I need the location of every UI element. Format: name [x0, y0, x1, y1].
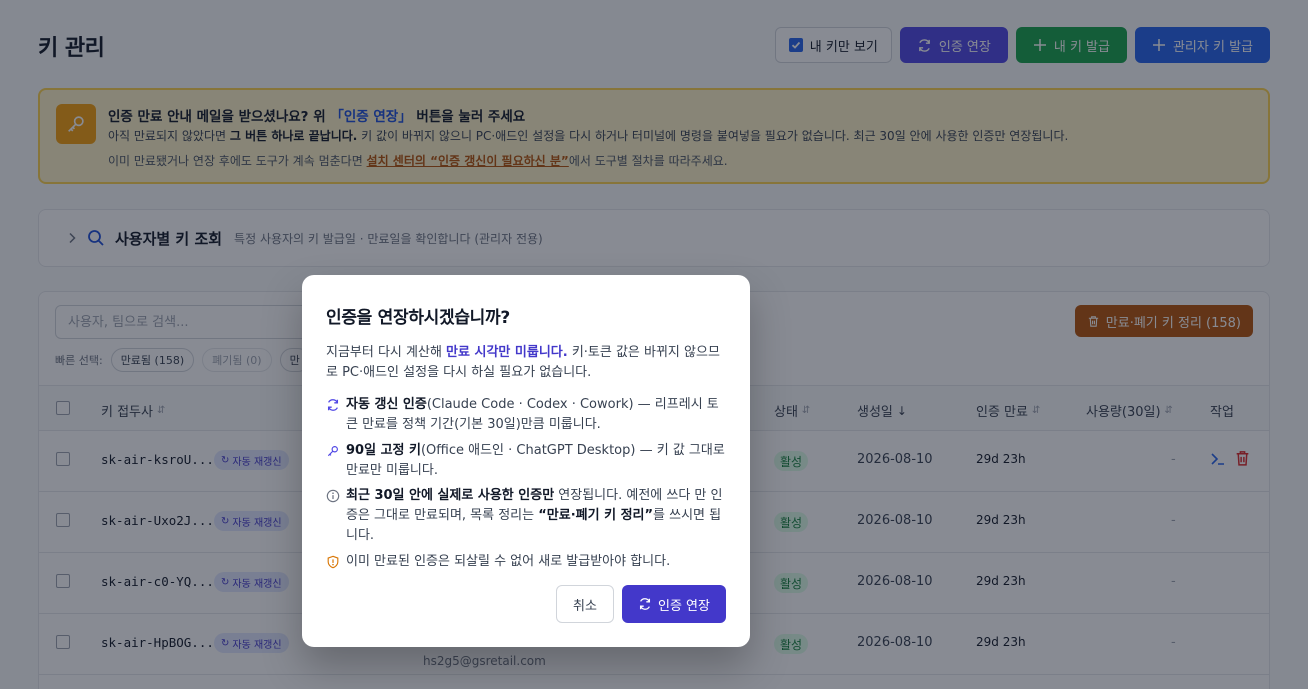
info-recent-usage-text: 최근 30일 안에 실제로 사용한 인증만 연장됩니다. 예전에 쓰다 만 인증…: [346, 486, 730, 546]
extend-auth-dialog: 인증을 연장하시겠습니까? 지금부터 다시 계산해 만료 시각만 미룹니다. 키…: [302, 275, 750, 647]
info-icon: [326, 489, 340, 503]
info-auto-renew-bold: 자동 갱신 인증: [346, 397, 427, 412]
info-recent-usage-bold2: “만료·폐기 키 정리”: [538, 508, 654, 523]
info-auto-renew-text: 자동 갱신 인증(Claude Code · Codex · Cowork) —…: [346, 395, 730, 435]
refresh-icon: [639, 598, 651, 610]
cancel-button[interactable]: 취소: [556, 585, 614, 623]
info-fixed-key-bold: 90일 고정 키: [346, 443, 421, 458]
info-recent-usage: 최근 30일 안에 실제로 사용한 인증만 연장됩니다. 예전에 쓰다 만 인증…: [326, 486, 730, 546]
dialog-lead-bold: 만료 시각만 미룹니다.: [446, 345, 568, 360]
confirm-extend-button[interactable]: 인증 연장: [622, 585, 726, 623]
info-fixed-key-text: 90일 고정 키(Office 애드인 · ChatGPT Desktop) —…: [346, 441, 730, 481]
info-auto-renew: 자동 갱신 인증(Claude Code · Codex · Cowork) —…: [326, 395, 730, 435]
info-fixed-key: 90일 고정 키(Office 애드인 · ChatGPT Desktop) —…: [326, 441, 730, 481]
info-recent-usage-bold: 최근 30일 안에 실제로 사용한 인증만: [346, 488, 555, 503]
dialog-lead-text: 지금부터 다시 계산해: [326, 345, 447, 360]
confirm-extend-label: 인증 연장: [658, 598, 710, 614]
dialog-lead: 지금부터 다시 계산해 만료 시각만 미룹니다. 키·토큰 값은 바뀌지 않으므…: [326, 343, 726, 383]
key-icon: [327, 446, 338, 457]
info-expired-warning-text: 이미 만료된 인증은 되살릴 수 없어 새로 발급받아야 합니다.: [346, 554, 671, 569]
refresh-icon: [327, 399, 339, 411]
key-management-page: 키 관리 내 키만 보기 인증 연장 내 키 발급 관리자 키 발급 인증 만료…: [0, 0, 1308, 689]
shield-warning-icon: [327, 555, 339, 569]
dialog-title: 인증을 연장하시겠습니까?: [326, 308, 510, 328]
info-expired-warning: 이미 만료된 인증은 되살릴 수 없어 새로 발급받아야 합니다.: [326, 552, 730, 572]
